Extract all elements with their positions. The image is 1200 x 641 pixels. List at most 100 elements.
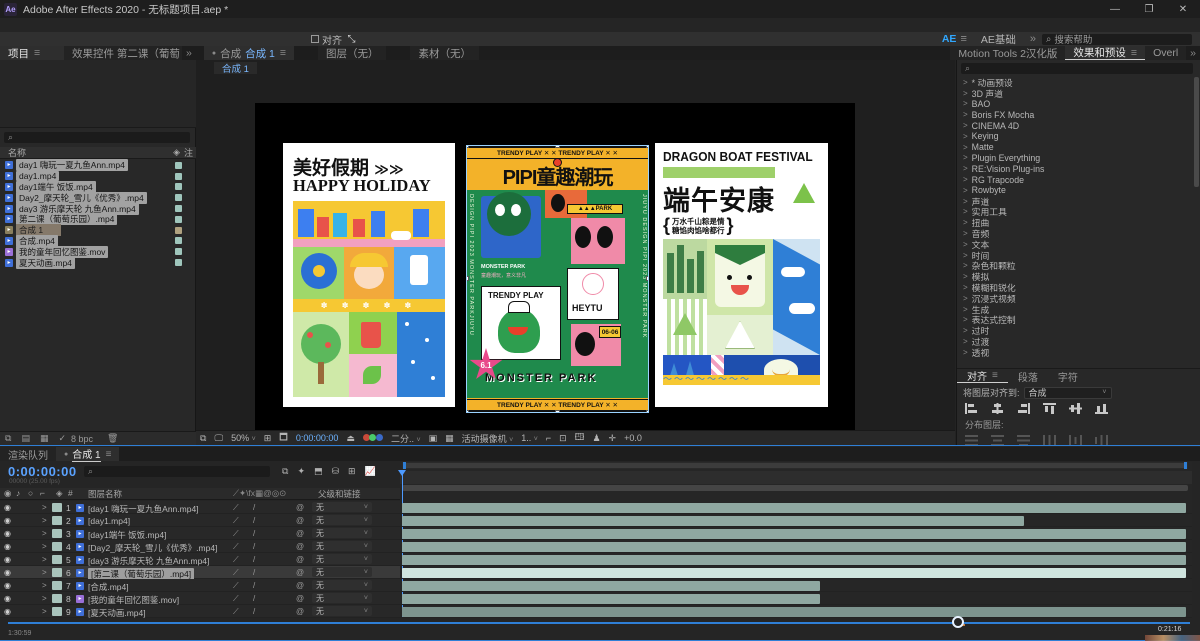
effects-category-row[interactable]: > 过时 (957, 325, 1195, 336)
project-item-row[interactable]: ▸ 第二课（葡萄乐园）.mp4 (0, 213, 196, 226)
layer-expander-icon[interactable]: > (42, 607, 47, 616)
effects-category-row[interactable]: > 表达式控制 (957, 315, 1195, 325)
quality-switch[interactable]: ⟋ (233, 581, 239, 591)
timeline-search-input[interactable]: ⌕ (84, 466, 270, 477)
help-search-input[interactable]: ⌕ 搜索帮助 (1042, 33, 1192, 46)
expander-icon[interactable]: > (963, 78, 968, 87)
selection-handle[interactable] (467, 146, 469, 148)
layer-duration-bar[interactable] (402, 593, 821, 604)
effects-category-row[interactable]: > Rowbyte (957, 185, 1195, 196)
quality-switch[interactable]: ⟋ (233, 503, 239, 513)
composition-mini-flowchart-icon[interactable]: ⧉ (282, 466, 288, 477)
snapshot-camera-icon[interactable]: ⏏ (346, 433, 355, 444)
navigator-start-handle[interactable] (403, 462, 406, 469)
project-search-input[interactable]: ⌕ (4, 132, 190, 143)
parent-dropdown[interactable]: 无 ˅ (312, 554, 372, 564)
effects-category-row[interactable]: > Keying (957, 131, 1195, 142)
timeline-layer-row[interactable]: ◉ > 2 ▸ [day1.mp4] ⟋ / @ 无 ˅ (0, 514, 400, 527)
effects-category-row[interactable]: > RG Trapcode (957, 174, 1195, 185)
workspace-tab-ae[interactable]: AE (928, 33, 961, 45)
note-column-header[interactable]: 注 (184, 146, 193, 159)
timeline-layer-row[interactable]: ◉ > 6 ▸ [第二课（葡萄乐园）.mp4] ⟋ / @ 无 ˅ (0, 566, 400, 580)
layer-expander-icon[interactable]: > (42, 516, 47, 525)
project-item-row[interactable]: ▸ 我的童年回忆图鉴.mov (0, 245, 196, 258)
parent-dropdown[interactable]: 无 ˅ (312, 502, 372, 512)
layer-color-chip[interactable] (52, 581, 62, 590)
panel-menu-icon[interactable]: ≡ (280, 47, 286, 59)
effects-category-row[interactable]: > Plugin Everything (957, 153, 1195, 164)
timeline-layer-row[interactable]: ◉ > 3 ▸ [day1端午 饭饭.mp4] ⟋ / @ 无 ˅ (0, 527, 400, 540)
parent-dropdown[interactable]: 无 ˅ (312, 580, 372, 590)
transparency-grid-icon[interactable]: ▦ (445, 433, 454, 444)
project-item-row[interactable]: ▸ Day2_摩天轮_雪儿《优秀》.mp4 (0, 191, 196, 204)
tab-align[interactable]: 对齐 ≡ (957, 369, 1008, 383)
expander-icon[interactable]: > (963, 315, 968, 324)
eye-toggle[interactable]: ◉ (4, 503, 11, 512)
mask-visibility-icon[interactable]: 🗖 (279, 430, 288, 446)
effects-switch[interactable]: / (253, 516, 255, 525)
parent-pickwhip-icon[interactable]: @ (296, 542, 304, 551)
motion-blur-icon[interactable]: ⊞ (348, 466, 356, 477)
panel-menu-icon[interactable]: ≡ (1131, 47, 1137, 59)
layer-color-chip[interactable] (52, 555, 62, 564)
expander-icon[interactable]: > (963, 153, 968, 162)
align-top-button[interactable] (1043, 403, 1056, 414)
align-right-button[interactable] (1017, 403, 1030, 414)
effects-category-row[interactable]: > 过渡 (957, 336, 1195, 347)
viewer-comp-tab[interactable]: 合成 1 (214, 62, 257, 75)
effects-category-row[interactable]: > 沉浸式视频 (957, 293, 1195, 304)
selection-handle[interactable] (467, 276, 469, 281)
layer-duration-bar[interactable] (402, 515, 1024, 526)
align-to-dropdown[interactable]: 合成 ˅ (1023, 386, 1112, 399)
parent-dropdown[interactable]: 无 ˅ (312, 528, 372, 538)
parent-pickwhip-icon[interactable]: @ (296, 503, 304, 512)
color-label-box[interactable] (175, 259, 182, 267)
layer-color-chip[interactable] (52, 529, 62, 538)
frame-blending-icon[interactable]: ⛁ (332, 466, 340, 477)
align-h-center-button[interactable] (991, 403, 1004, 414)
snap-toggle[interactable]: 对齐 (311, 32, 342, 47)
layer-expander-icon[interactable]: > (42, 503, 47, 512)
eye-toggle[interactable]: ◉ (4, 529, 11, 538)
expander-icon[interactable]: > (963, 337, 968, 346)
tab-overlord[interactable]: Overl (1145, 46, 1187, 60)
selection-handle[interactable] (467, 410, 469, 412)
tab-project[interactable]: 项目 ≡ (0, 46, 64, 60)
expander-icon[interactable]: > (963, 240, 968, 249)
panel-menu-icon[interactable]: ≡ (106, 449, 112, 460)
timeline-button-icon[interactable]: 🖽 (575, 430, 585, 446)
tab-paragraph[interactable]: 段落 (1008, 369, 1048, 384)
expander-icon[interactable]: > (963, 110, 968, 119)
quality-switch[interactable]: ⟋ (233, 516, 239, 526)
project-item-row[interactable]: ▸ day1.mp4 (0, 171, 196, 182)
eye-toggle[interactable]: ◉ (4, 542, 11, 551)
quality-switch[interactable]: ⟋ (233, 607, 239, 617)
color-label-box[interactable] (175, 248, 182, 256)
layer-duration-bar[interactable] (402, 580, 821, 591)
view-layout-dropdown[interactable]: 1.. ˅ (521, 433, 538, 443)
expander-icon[interactable]: > (963, 348, 968, 357)
tab-layer[interactable]: 图层（无） (317, 46, 387, 60)
more-workspaces-icon[interactable]: » (1030, 33, 1036, 45)
layer-color-chip[interactable] (52, 594, 62, 603)
parent-dropdown[interactable]: 无 ˅ (312, 541, 372, 551)
layer-duration-bar[interactable] (402, 541, 1186, 552)
timeline-layer-row[interactable]: ◉ > 7 ▸ [合成.mp4] ⟋ / @ 无 ˅ (0, 579, 400, 592)
color-label-box[interactable] (175, 161, 182, 169)
grid-guides-icon[interactable]: ⊞ (264, 433, 272, 444)
expander-icon[interactable]: > (963, 207, 968, 216)
draft-3d-icon[interactable]: ✦ (297, 466, 305, 477)
layer-color-chip[interactable] (52, 607, 62, 616)
tab-effect-controls[interactable]: 效果控件 第二课（葡萄 (64, 46, 182, 60)
effects-category-row[interactable]: > 音频 (957, 228, 1195, 239)
effects-switch[interactable]: / (253, 529, 255, 538)
color-label-box[interactable] (175, 194, 182, 202)
timeline-h-scrollbar[interactable] (8, 622, 1190, 624)
expander-icon[interactable]: > (963, 175, 968, 184)
align-v-center-button[interactable] (1069, 403, 1082, 414)
interpret-footage-icon[interactable]: ⧉ (5, 433, 11, 444)
show-snapshot-icon[interactable]: 🖵 (214, 433, 223, 444)
time-navigator-bar[interactable] (402, 462, 1188, 469)
effects-category-row[interactable]: > 实用工具 (957, 207, 1195, 217)
effects-switch[interactable]: / (253, 568, 255, 577)
